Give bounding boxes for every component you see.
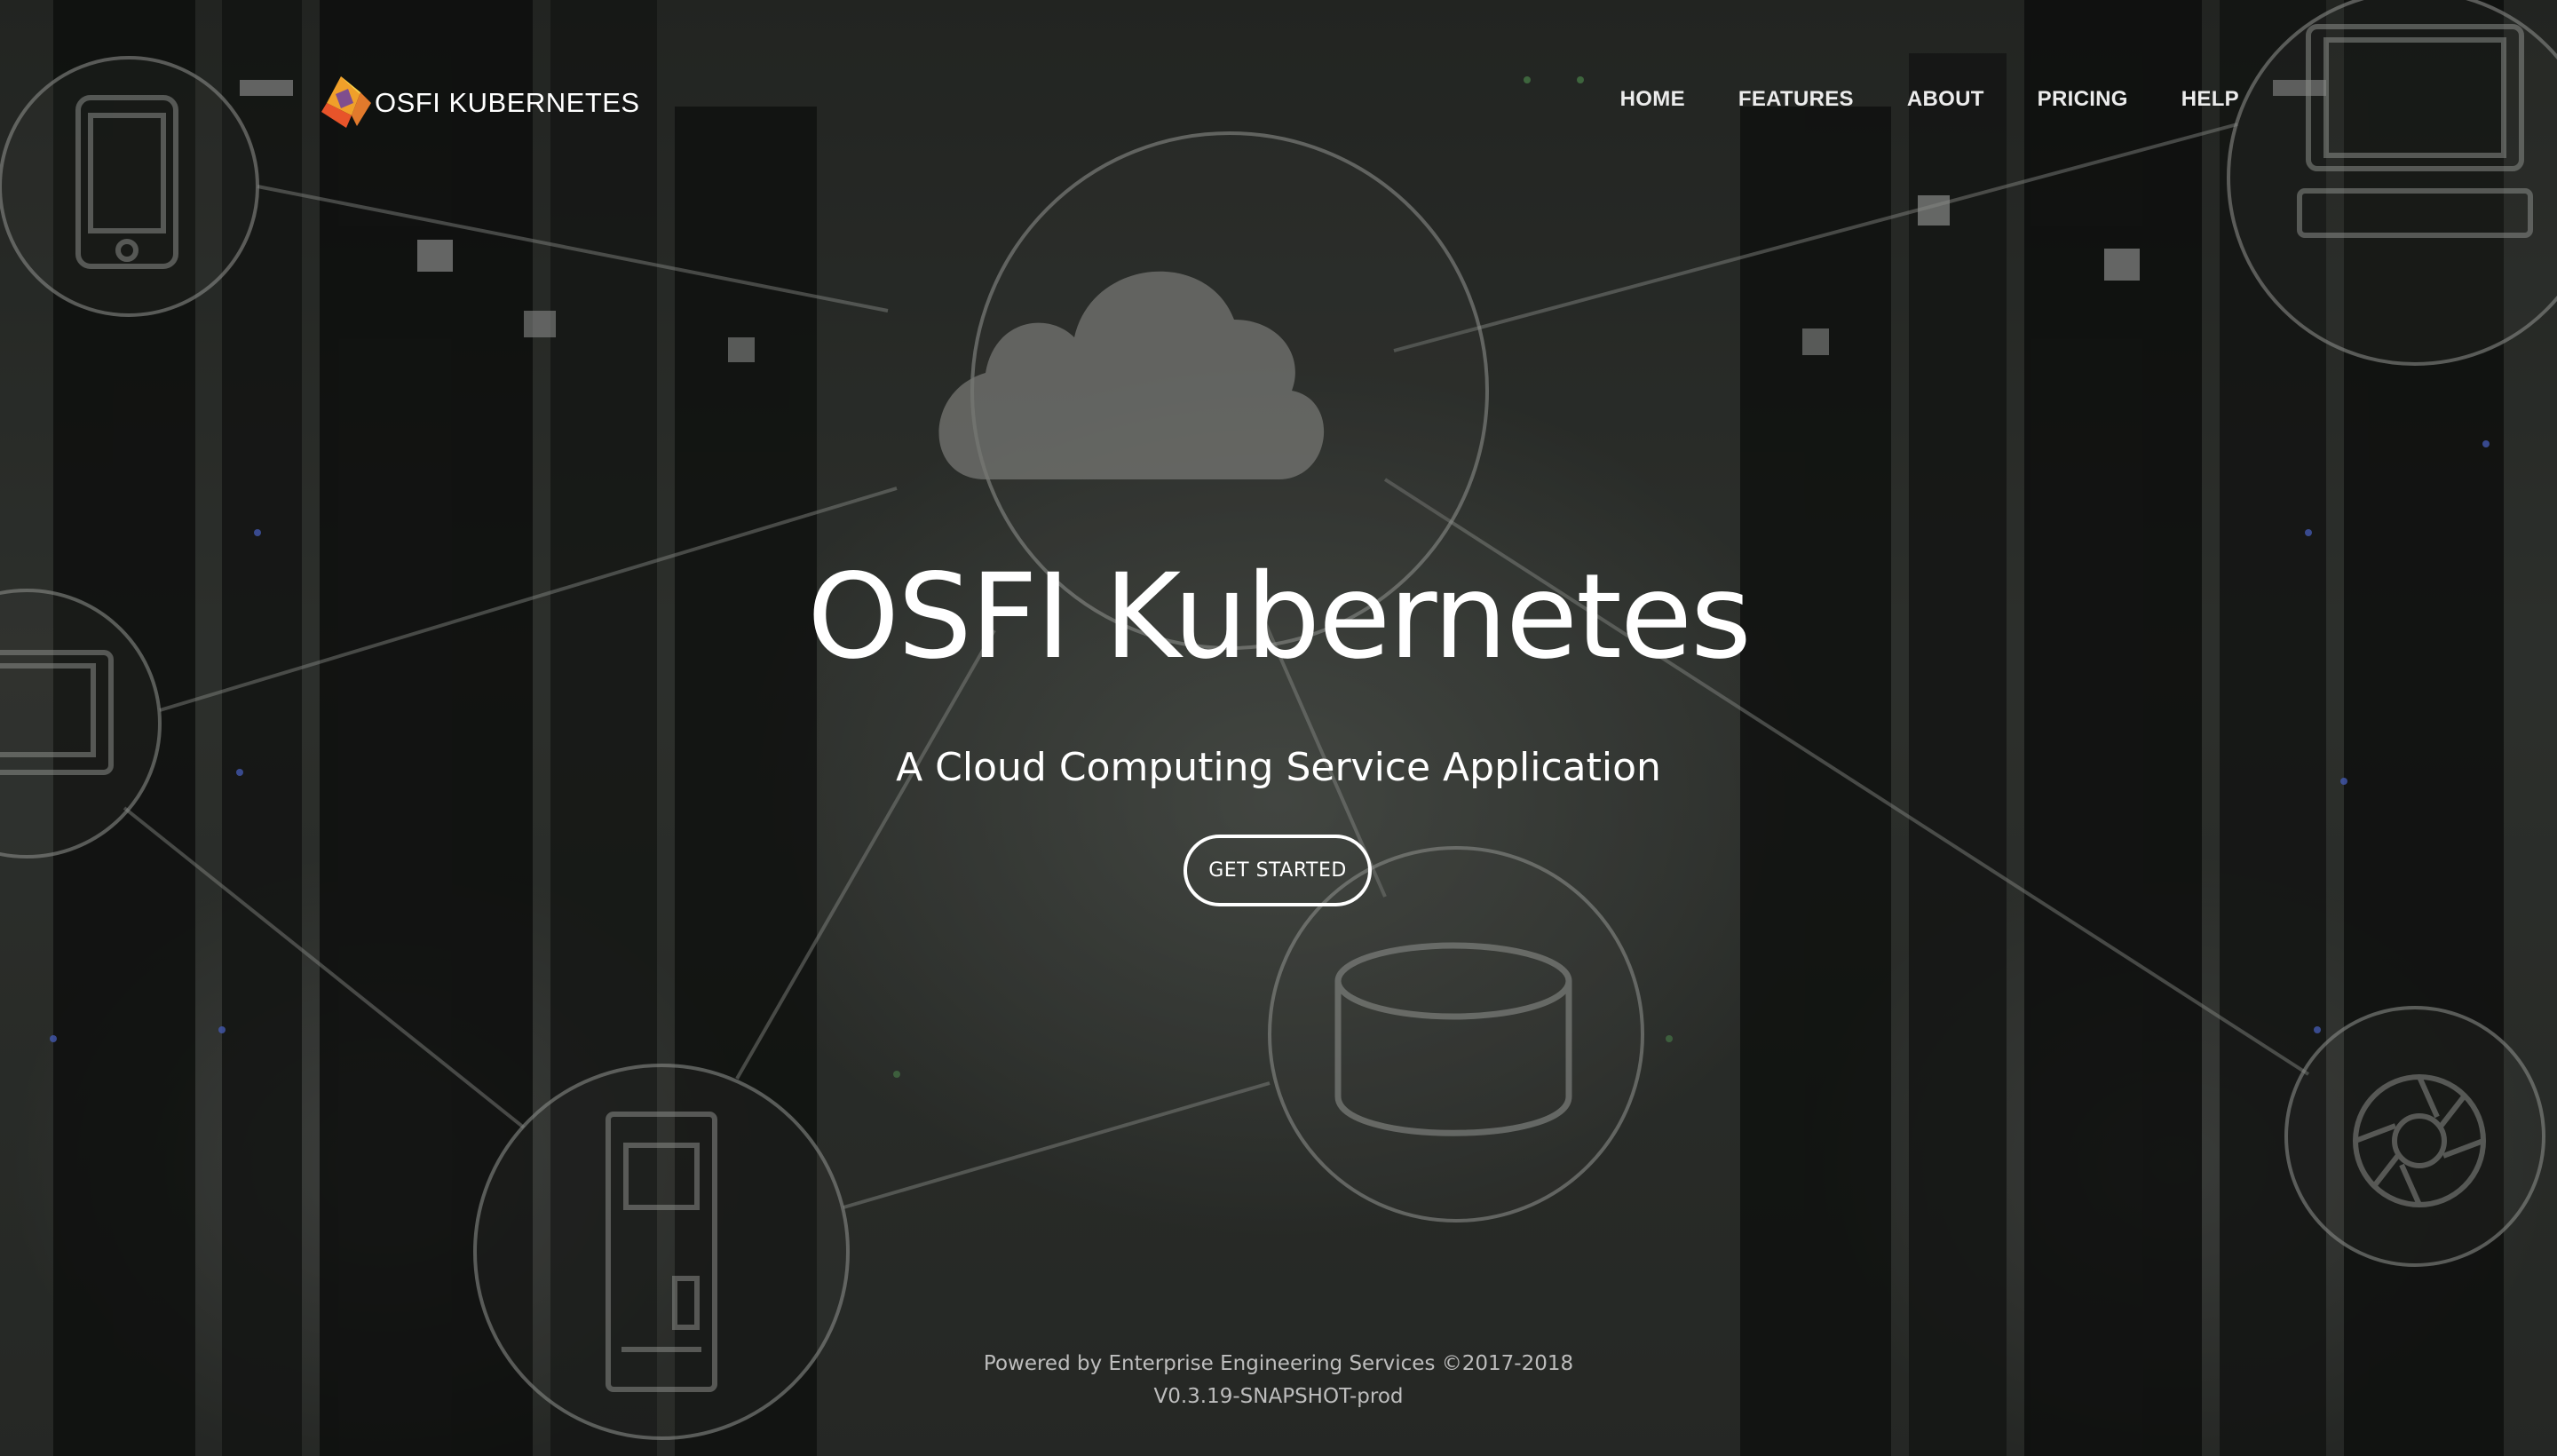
brand[interactable]: OSFI KUBERNETES: [321, 76, 640, 130]
footer-powered-by: Powered by Enterprise Engineering Servic…: [983, 1352, 1574, 1375]
landing-page: OSFI KUBERNETES HOME FEATURES ABOUT PRIC…: [0, 0, 2557, 1456]
brand-name: OSFI KUBERNETES: [375, 87, 640, 118]
nav-help-link[interactable]: HELP: [2181, 87, 2239, 112]
main-nav: HOME FEATURES ABOUT PRICING HELP: [1620, 87, 2239, 112]
hero-subtitle: A Cloud Computing Service Application: [896, 745, 1661, 790]
hero-title: OSFI Kubernetes: [807, 549, 1752, 685]
nav-pricing-link[interactable]: PRICING: [2038, 87, 2128, 112]
footer: Powered by Enterprise Engineering Servic…: [0, 1348, 2557, 1413]
nav-features-link[interactable]: FEATURES: [1738, 87, 1854, 112]
background-network-illustration: [0, 0, 2557, 1456]
get-started-button[interactable]: GET STARTED: [1184, 835, 1372, 906]
nav-home-link[interactable]: HOME: [1620, 87, 1685, 112]
footer-version: V0.3.19-SNAPSHOT-prod: [1153, 1385, 1404, 1408]
diamond-logo-icon: [321, 76, 371, 128]
nav-about-link[interactable]: ABOUT: [1907, 87, 1984, 112]
top-navbar: OSFI KUBERNETES HOME FEATURES ABOUT PRIC…: [0, 0, 2557, 204]
